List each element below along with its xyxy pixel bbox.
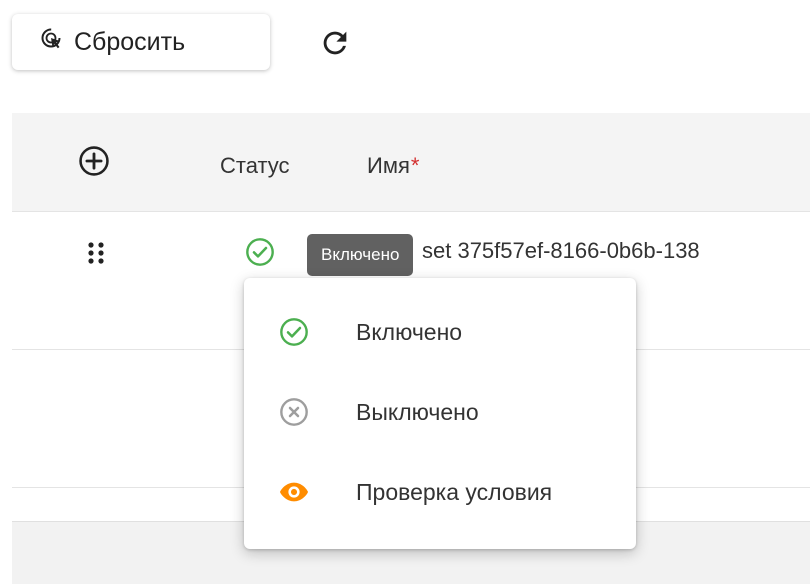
menu-item-disabled[interactable]: Выключено xyxy=(244,372,636,452)
column-header-status[interactable]: Статус xyxy=(220,153,290,179)
eye-icon xyxy=(278,476,310,508)
required-marker: * xyxy=(410,153,420,178)
menu-item-label: Выключено xyxy=(356,398,479,425)
menu-item-enabled[interactable]: Включено xyxy=(244,292,636,372)
status-tooltip: Включено xyxy=(307,234,414,276)
x-circle-icon xyxy=(278,396,310,428)
drag-handle-icon[interactable] xyxy=(85,237,107,269)
reset-button[interactable]: Сбросить xyxy=(12,14,270,70)
cursor-reset-icon xyxy=(40,27,64,58)
menu-item-condition-check[interactable]: Проверка условия xyxy=(244,452,636,532)
check-circle-icon[interactable] xyxy=(244,236,276,268)
check-circle-icon xyxy=(278,316,310,348)
status-menu: Включено Выключено Проверка условия xyxy=(244,278,636,549)
menu-item-label: Включено xyxy=(356,318,463,345)
column-header-name[interactable]: Имя* xyxy=(367,153,419,179)
row-name[interactable]: set 375f57ef-8166-0b6b-138 xyxy=(422,238,700,264)
toolbar: Сбросить xyxy=(0,0,810,90)
refresh-icon[interactable] xyxy=(318,26,352,60)
reset-button-label: Сбросить xyxy=(74,27,186,56)
column-header-name-label: Имя xyxy=(367,153,410,178)
plus-circle-icon[interactable] xyxy=(77,144,111,178)
menu-item-label: Проверка условия xyxy=(356,478,553,505)
table-header: Статус Имя* xyxy=(12,113,810,212)
